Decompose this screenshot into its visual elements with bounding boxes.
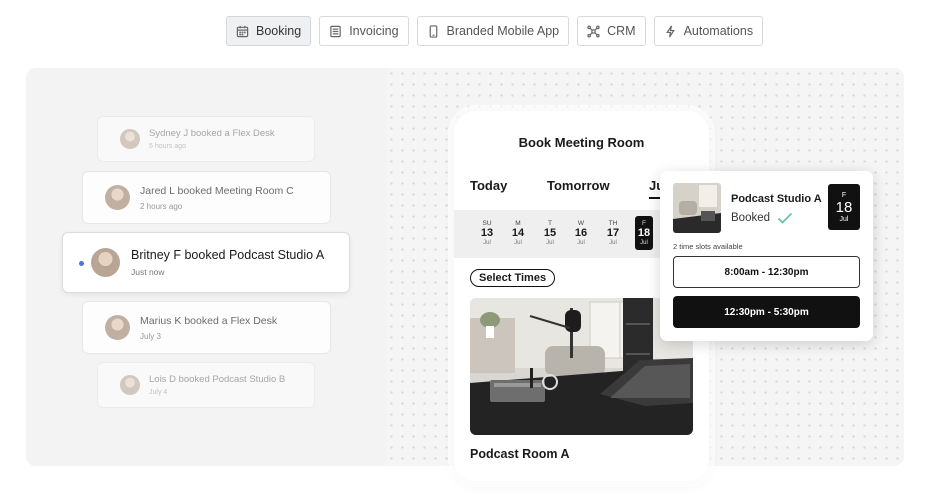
date-month: Jul [839,215,849,223]
activity-card: Lois D booked Podcast Studio B July 4 [97,362,315,408]
tab-crm[interactable]: CRM [577,16,646,46]
avatar [91,248,120,277]
date-cell[interactable]: W 16 Jul [569,216,593,250]
studio-thumbnail [673,183,721,233]
booking-confirmation-card: Podcast Studio A Booked F 18 Jul 2 time … [660,171,873,341]
room-name: Podcast Room A [470,447,570,461]
date-cell[interactable]: M 14 Jul [506,216,530,250]
date-dow: T [548,220,552,227]
date-num: 15 [543,227,557,239]
date-dow: SU [482,220,492,227]
tab-crm-label: CRM [607,24,636,38]
activity-card: Sydney J booked a Flex Desk 5 hours ago [97,116,315,162]
avatar [105,315,130,340]
activity-title: Sydney J booked a Flex Desk [149,128,275,139]
date-month: Jul [609,240,617,246]
tab-automations-label: Automations [683,24,754,38]
date-num: 17 [606,227,620,239]
date-dow: F [642,220,646,227]
tab-invoicing[interactable]: Invoicing [319,16,409,46]
activity-title: Jared L booked Meeting Room C [140,184,294,197]
new-activity-dot [79,261,84,266]
avatar [120,375,140,395]
activity-card-highlighted: Britney F booked Podcast Studio A Just n… [62,232,350,293]
invoice-icon [330,25,341,37]
feature-tabs: Booking Invoicing Branded Mobile App CRM… [226,16,764,46]
booking-status: Booked [731,212,793,224]
tab-tomorrow[interactable]: Tomorrow [547,178,610,193]
tab-branded-mobile-app[interactable]: Branded Mobile App [416,16,570,46]
date-num: 14 [511,227,525,239]
tab-automations[interactable]: Automations [653,16,764,46]
date-month: Jul [514,240,522,246]
date-num: 18 [835,198,853,216]
calendar-icon [236,25,249,37]
check-icon [777,212,793,224]
avatar [120,129,140,149]
tab-booking[interactable]: Booking [226,16,312,46]
activity-time: July 3 [140,331,161,341]
date-num: 18 [637,227,651,239]
activity-card: Marius K booked a Flex Desk July 3 [82,301,331,354]
activity-card: Jared L booked Meeting Room C 2 hours ag… [82,171,331,224]
date-cell[interactable]: SU 13 Jul [475,216,499,250]
date-dow: TH [608,220,618,227]
date-month: Jul [577,240,585,246]
activity-time: 5 hours ago [149,143,186,150]
date-num: 13 [480,227,494,239]
date-month: Jul [546,240,554,246]
activity-title: Marius K booked a Flex Desk [140,314,278,327]
activity-title: Britney F booked Podcast Studio A [131,248,325,262]
tab-booking-label: Booking [256,24,302,38]
booking-date-badge: F 18 Jul [828,184,860,230]
activity-time: 2 hours ago [140,201,183,211]
avatar [105,185,130,210]
activity-time: July 4 [149,389,168,396]
tab-invoicing-label: Invoicing [349,24,399,38]
slots-available-label: 2 time slots available [673,242,743,251]
activity-title: Lois D booked Podcast Studio B [149,374,286,385]
date-num: 16 [574,227,588,239]
mobile-icon [429,24,437,38]
studio-title: Podcast Studio A [731,193,822,205]
date-cell[interactable]: T 15 Jul [538,216,562,250]
tab-branded-mobile-app-label: Branded Mobile App [446,24,560,38]
booking-status-label: Booked [731,212,771,224]
date-dow: M [515,220,521,227]
network-icon [587,25,600,37]
lightning-icon [665,25,675,37]
activity-time: Just now [131,267,165,277]
date-month: Jul [483,240,491,246]
date-dow: W [577,220,585,227]
tab-today[interactable]: Today [470,178,507,193]
date-month: Jul [640,240,648,246]
time-slot-button-selected[interactable]: 12:30pm - 5:30pm [673,296,860,328]
time-slot-button[interactable]: 8:00am - 12:30pm [673,256,860,288]
date-dow: F [841,191,847,199]
date-cell[interactable]: TH 17 Jul [601,216,625,250]
select-times-button[interactable]: Select Times [470,269,556,287]
page-title: Book Meeting Room [518,135,645,150]
date-cell-selected[interactable]: F 18 Jul [635,216,653,250]
